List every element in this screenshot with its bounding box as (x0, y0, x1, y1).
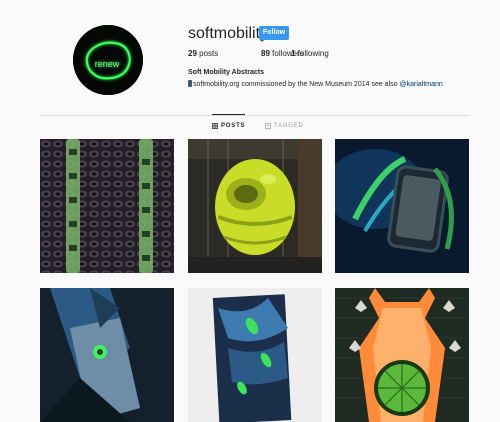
following-count: 1 (291, 49, 296, 58)
post-2[interactable] (188, 139, 322, 273)
avatar[interactable]: renew (73, 25, 143, 95)
tab-tagged-label: TAGGED (274, 123, 304, 129)
posts-label: posts (199, 49, 219, 58)
post-6[interactable] (335, 288, 469, 422)
grid-icon (212, 123, 218, 129)
bio-description: softmobility.org commissioned by the New… (193, 81, 398, 88)
bio-mention-link[interactable]: @karialtmann (399, 81, 442, 88)
following-stat[interactable]: 1 following (291, 49, 329, 58)
posts-count: 29 (188, 49, 197, 58)
bio-text: softmobility.org commissioned by the New… (188, 80, 443, 88)
tab-posts-label: POSTS (221, 123, 246, 129)
follow-button[interactable]: Follow (259, 26, 289, 40)
tag-icon (265, 123, 271, 129)
phone-icon (188, 80, 192, 87)
avatar-logo-text: renew (95, 59, 120, 69)
tab-tagged[interactable]: TAGGED (265, 123, 304, 129)
profile-username: softmobility (188, 25, 269, 42)
tab-posts[interactable]: POSTS (212, 114, 246, 129)
post-3[interactable] (335, 139, 469, 273)
bio-name: Soft Mobility Abstracts (188, 69, 264, 76)
followers-count: 89 (261, 49, 270, 58)
following-label: following (297, 49, 329, 58)
post-1[interactable] (40, 139, 174, 273)
divider (40, 115, 470, 116)
posts-stat: 29 posts (188, 49, 218, 58)
post-5[interactable] (188, 288, 322, 422)
post-4[interactable] (40, 288, 174, 422)
